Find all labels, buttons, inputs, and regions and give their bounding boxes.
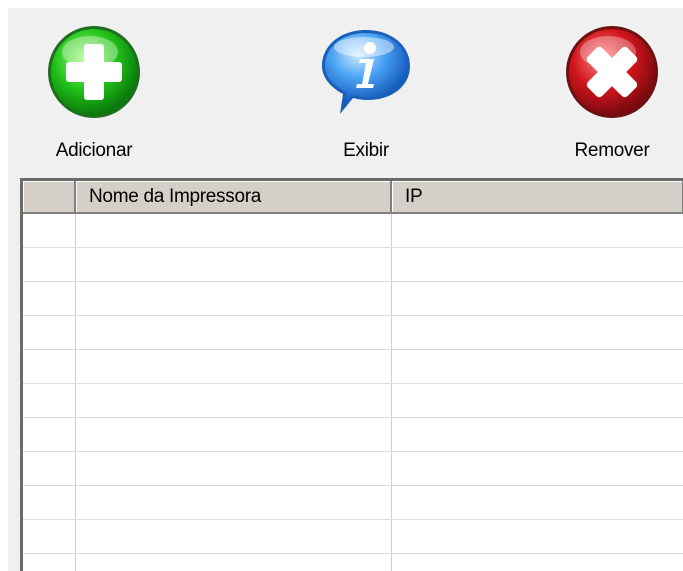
ip-cell[interactable] xyxy=(391,553,683,571)
printer-name-cell[interactable] xyxy=(75,247,392,282)
remove-button-label: Remover xyxy=(574,140,650,161)
row-header-cell[interactable] xyxy=(23,315,76,350)
ip-cell[interactable] xyxy=(391,349,683,384)
table-row[interactable] xyxy=(23,247,683,282)
remove-button[interactable]: Remover xyxy=(542,18,682,168)
printer-table[interactable]: Nome da Impressora IP xyxy=(20,178,683,571)
toolbar: Adicionar Exibir Remover xyxy=(8,8,683,178)
table-row[interactable] xyxy=(23,349,683,384)
x-icon xyxy=(562,22,662,122)
printer-name-cell[interactable] xyxy=(75,485,392,520)
printer-name-cell[interactable] xyxy=(75,519,392,554)
table-header-row: Nome da Impressora IP xyxy=(23,181,683,214)
table-row[interactable] xyxy=(23,417,683,452)
view-button-label: Exibir xyxy=(343,140,389,161)
view-button[interactable]: Exibir xyxy=(296,18,436,168)
ip-cell[interactable] xyxy=(391,315,683,350)
row-header-cell[interactable] xyxy=(23,451,76,486)
printer-name-cell[interactable] xyxy=(75,349,392,384)
printer-name-cell[interactable] xyxy=(75,553,392,571)
table-row[interactable] xyxy=(23,451,683,486)
ip-cell[interactable] xyxy=(391,281,683,316)
ip-cell[interactable] xyxy=(391,519,683,554)
ip-cell[interactable] xyxy=(391,213,683,248)
row-header-cell[interactable] xyxy=(23,553,76,571)
column-header-printer-name[interactable]: Nome da Impressora xyxy=(75,181,392,214)
row-header-cell[interactable] xyxy=(23,519,76,554)
printer-name-cell[interactable] xyxy=(75,281,392,316)
table-row[interactable] xyxy=(23,383,683,418)
printer-name-cell[interactable] xyxy=(75,213,392,248)
table-row[interactable] xyxy=(23,281,683,316)
row-header-cell[interactable] xyxy=(23,485,76,520)
printer-name-cell[interactable] xyxy=(75,417,392,452)
row-header-cell[interactable] xyxy=(23,349,76,384)
row-header-cell[interactable] xyxy=(23,383,76,418)
ip-cell[interactable] xyxy=(391,417,683,452)
ip-cell[interactable] xyxy=(391,485,683,520)
table-row[interactable] xyxy=(23,519,683,554)
row-header-cell[interactable] xyxy=(23,213,76,248)
table-row[interactable] xyxy=(23,213,683,248)
printer-name-cell[interactable] xyxy=(75,383,392,418)
row-header-cell[interactable] xyxy=(23,247,76,282)
ip-cell[interactable] xyxy=(391,383,683,418)
printer-name-cell[interactable] xyxy=(75,451,392,486)
printer-manager-window: Adicionar Exibir Remover Nome da Impress… xyxy=(8,8,683,571)
add-button[interactable]: Adicionar xyxy=(24,18,164,168)
table-row[interactable] xyxy=(23,315,683,350)
plus-icon xyxy=(44,22,144,122)
table-row[interactable] xyxy=(23,553,683,571)
row-header-cell[interactable] xyxy=(23,281,76,316)
add-button-label: Adicionar xyxy=(55,140,133,161)
ip-cell[interactable] xyxy=(391,451,683,486)
row-header-cell[interactable] xyxy=(23,417,76,452)
ip-cell[interactable] xyxy=(391,247,683,282)
column-header-ip[interactable]: IP xyxy=(391,181,683,214)
row-header-corner xyxy=(23,181,76,214)
printer-name-cell[interactable] xyxy=(75,315,392,350)
info-icon xyxy=(316,22,416,122)
table-row[interactable] xyxy=(23,485,683,520)
